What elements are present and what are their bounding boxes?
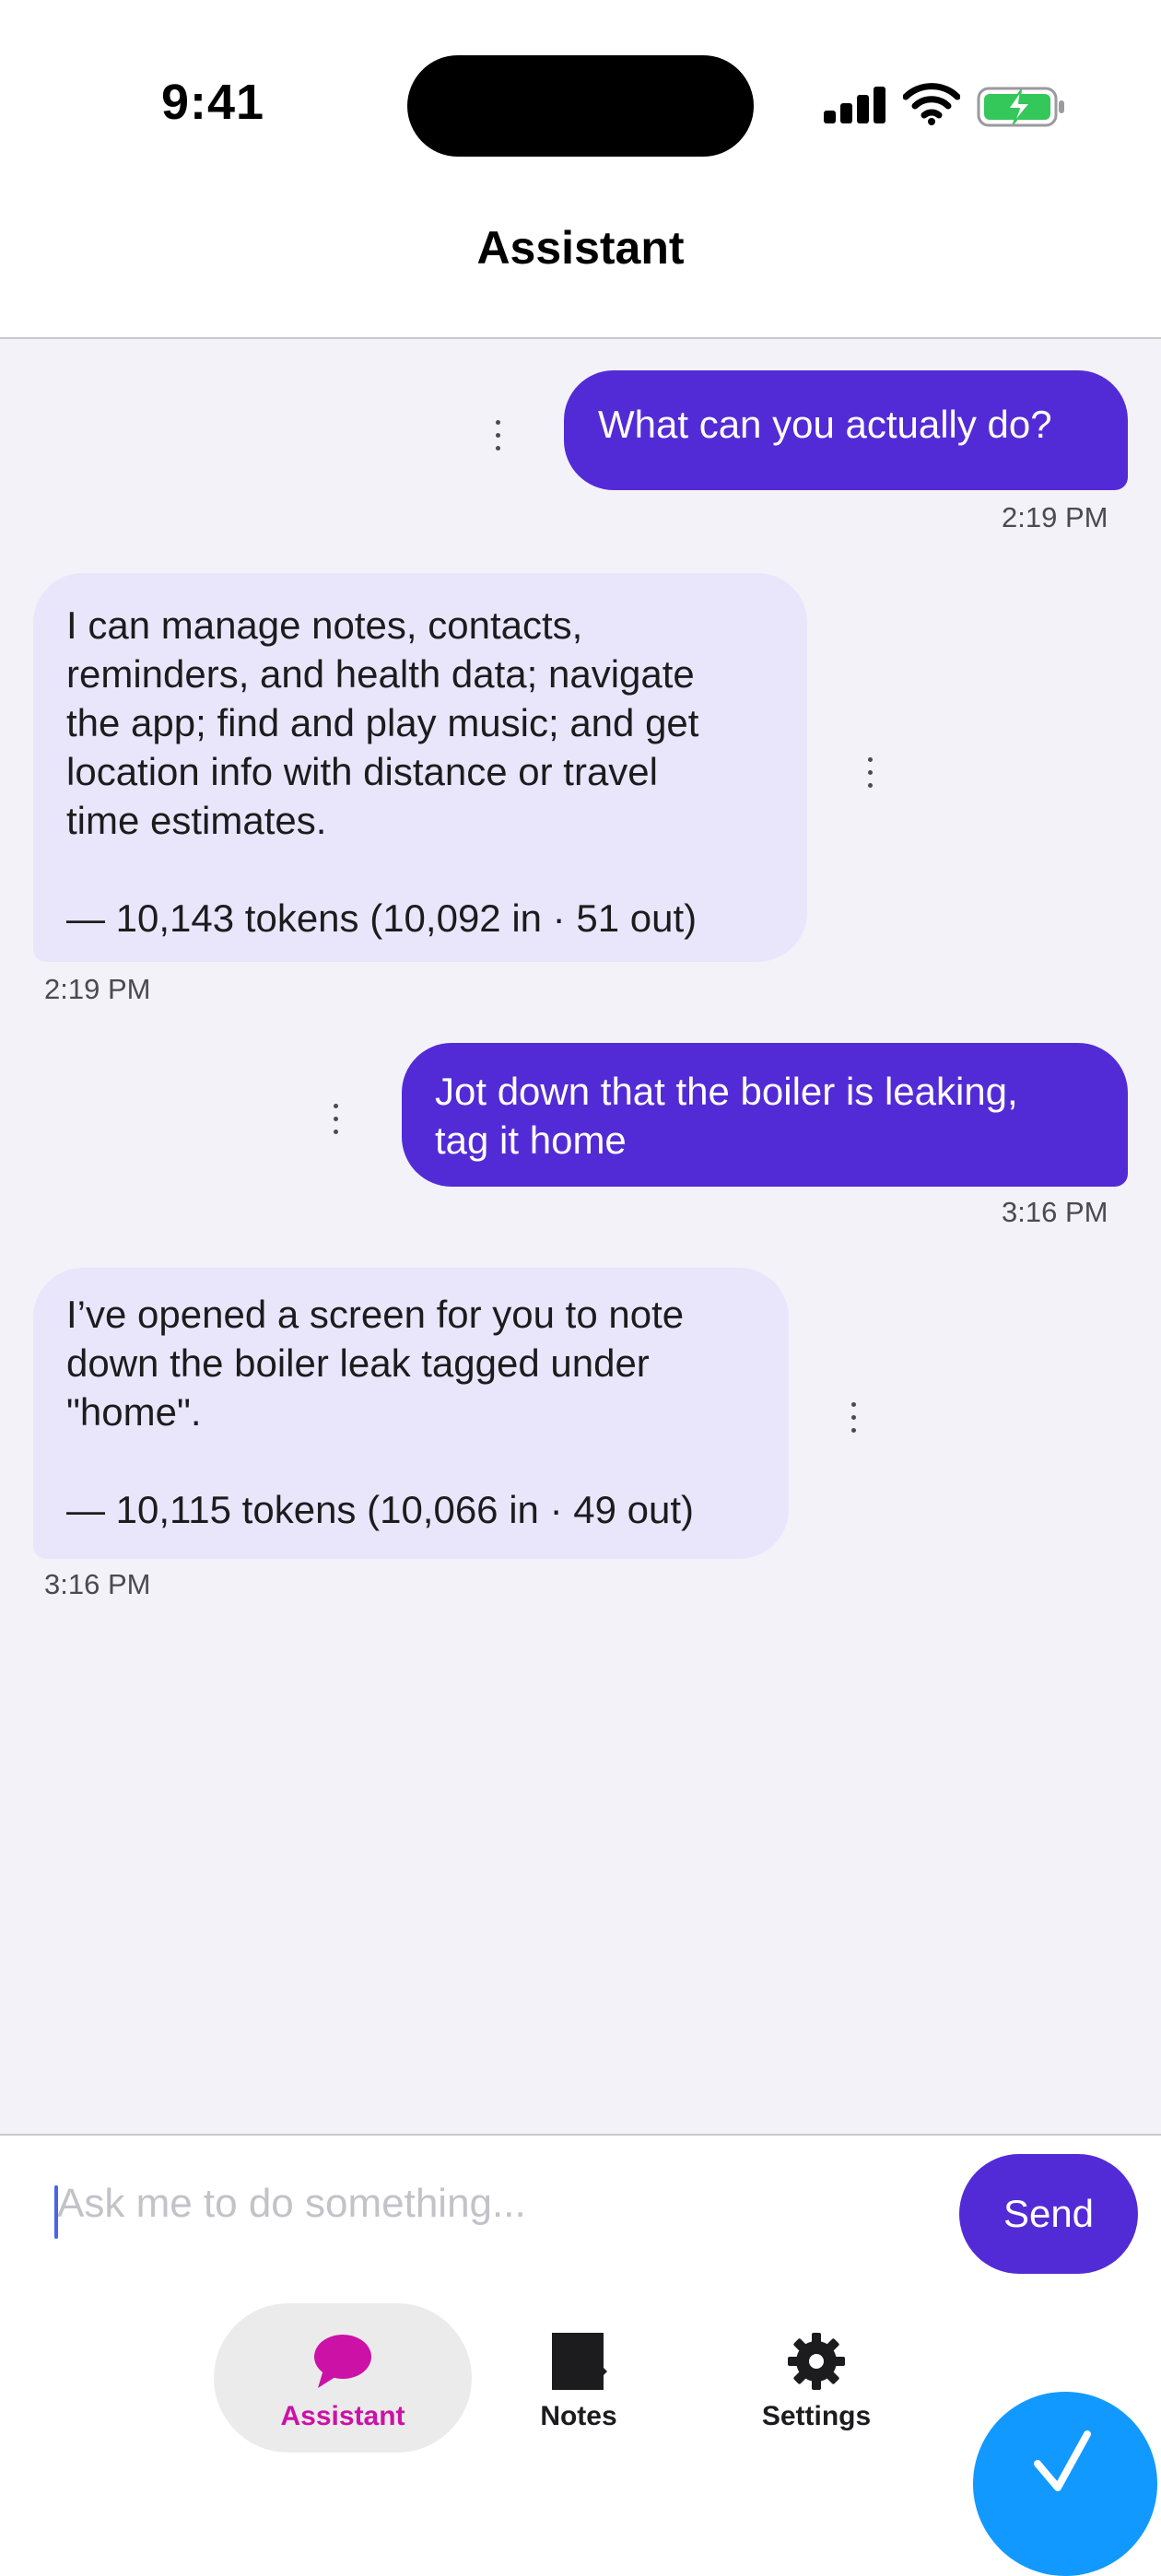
tab-label: Notes	[540, 2401, 617, 2431]
dynamic-island	[407, 55, 754, 157]
tab-settings[interactable]: Settings	[687, 2303, 945, 2453]
send-button[interactable]: Send	[959, 2154, 1138, 2274]
message-timestamp: 3:16 PM	[44, 1568, 151, 1600]
tab-label: Settings	[761, 2401, 872, 2431]
note-icon	[546, 2329, 611, 2394]
chat-thread[interactable]: What can you actually do? 2:19 PM I can …	[0, 339, 1161, 2134]
message-options-button[interactable]	[324, 1098, 346, 1140]
tab-notes[interactable]: Notes	[450, 2303, 708, 2453]
user-message-bubble[interactable]: Jot down that the boiler is leaking, tag…	[402, 1043, 1128, 1187]
page-title: Assistant	[476, 222, 685, 274]
cellular-signal-icon	[824, 87, 886, 123]
message-timestamp: 2:19 PM	[1002, 501, 1108, 533]
text-cursor	[54, 2185, 58, 2239]
tab-assistant[interactable]: Assistant	[214, 2303, 472, 2453]
wifi-icon	[903, 83, 960, 125]
assistant-message-bubble[interactable]: I can manage notes, contacts, reminders,…	[33, 573, 807, 962]
status-time: 9:41	[161, 75, 265, 130]
gear-icon	[784, 2329, 849, 2394]
assistant-message-bubble[interactable]: I’ve opened a screen for you to note dow…	[33, 1268, 789, 1559]
checkmark-icon	[1034, 2430, 1091, 2491]
tab-label: Assistant	[280, 2401, 405, 2431]
user-message-bubble[interactable]: What can you actually do?	[564, 370, 1128, 490]
floating-action-button[interactable]	[973, 2392, 1157, 2576]
message-timestamp: 2:19 PM	[44, 973, 151, 1005]
message-options-button[interactable]	[842, 1397, 864, 1438]
message-options-button[interactable]	[487, 415, 509, 456]
tab-bar: Assistant Notes Settings	[0, 2290, 1161, 2576]
navigation-header: Assistant	[0, 175, 1161, 339]
chat-bubble-icon	[311, 2329, 375, 2394]
message-input[interactable]	[53, 2169, 942, 2239]
message-timestamp: 3:16 PM	[1002, 1196, 1108, 1228]
battery-charging-icon	[977, 87, 1064, 127]
message-composer: Send	[0, 2134, 1161, 2292]
status-bar: 9:41	[0, 0, 1161, 175]
message-options-button[interactable]	[859, 752, 881, 793]
